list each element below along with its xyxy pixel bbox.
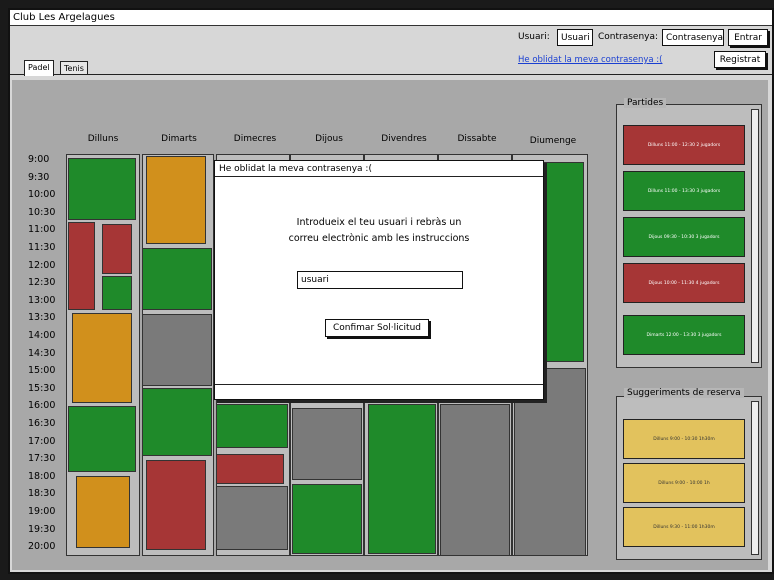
booking-block[interactable] (146, 460, 206, 550)
dialog-footer (215, 384, 543, 399)
day-header: Dimecres (233, 134, 277, 144)
suggeriments-panel: Dilluns 9:00 - 10:30 1h30m Dilluns 9:00 … (616, 396, 762, 560)
partida-item[interactable]: Dilluns 11:00 - 12:30 2 jugadors (623, 125, 745, 165)
time-label: 16:30 (28, 418, 56, 429)
booking-block[interactable] (292, 484, 362, 554)
time-label: 15:00 (28, 365, 56, 377)
day-header: Diumenge (529, 136, 577, 146)
time-label: 20:00 (28, 541, 56, 553)
time-label: 11:30 (28, 242, 56, 253)
booking-block[interactable] (440, 404, 510, 556)
time-label: 13:00 (28, 294, 56, 306)
booking-block[interactable] (216, 486, 288, 550)
partida-item[interactable]: Dijous 10:00 - 11:30 4 jugadors (623, 263, 745, 303)
partides-panel: Dilluns 11:00 - 12:30 2 jugadors Dilluns… (616, 104, 762, 368)
time-label: 18:30 (28, 488, 56, 500)
dialog-title: He oblidat la meva contrasenya :( (215, 161, 543, 177)
login-button[interactable]: Entrar (728, 29, 768, 46)
partida-item[interactable]: Dijous 09:30 - 10:30 3 jugadors (623, 217, 745, 257)
booking-block[interactable] (292, 408, 362, 480)
tab-divider (10, 74, 772, 75)
booking-block[interactable] (216, 404, 288, 448)
register-button[interactable]: Registrat (714, 51, 766, 68)
booking-block[interactable] (544, 162, 584, 362)
time-label: 13:30 (28, 312, 56, 324)
partida-item[interactable]: Dilluns 11:00 - 13:30 3 jugadors (623, 171, 745, 211)
time-label: 12:00 (28, 259, 56, 271)
confirm-request-button[interactable]: Confimar Sol·licitud (325, 319, 429, 337)
time-label: 17:00 (28, 435, 56, 447)
time-label: 18:00 (28, 470, 56, 482)
booking-block[interactable] (76, 476, 130, 548)
time-label: 15:30 (28, 382, 56, 394)
suggeriments-title: Suggeriments de reserva (624, 388, 744, 398)
booking-block[interactable] (142, 248, 212, 310)
booking-block[interactable] (68, 406, 136, 472)
booking-block[interactable] (68, 158, 136, 220)
day-header: Dissabte (457, 134, 497, 144)
booking-block[interactable] (142, 388, 212, 456)
username-input[interactable]: usuari (297, 271, 463, 289)
forgot-password-link[interactable]: He oblidat la meva contrasenya :( (518, 55, 662, 65)
time-label: 14:00 (28, 330, 56, 341)
time-label: 10:30 (28, 206, 56, 218)
time-label: 16:00 (28, 400, 56, 412)
password-input[interactable]: Contrasenya (662, 29, 724, 46)
booking-block[interactable] (216, 454, 284, 484)
user-label: Usuari: (518, 32, 550, 42)
dialog-line-1: Introdueix el teu usuari i rebràs un (296, 217, 462, 228)
booking-block[interactable] (142, 314, 212, 386)
time-label: 11:00 (28, 224, 56, 236)
partides-scrollbar[interactable] (751, 109, 759, 363)
day-header: Dilluns (87, 134, 119, 144)
time-label: 19:30 (28, 523, 56, 535)
time-label: 12:30 (28, 277, 56, 289)
time-label: 9:30 (28, 171, 50, 183)
time-label: 10:00 (28, 189, 56, 201)
forgot-password-dialog: He oblidat la meva contrasenya :( Introd… (214, 160, 544, 400)
booking-block[interactable] (102, 224, 132, 274)
suggestion-item[interactable]: Dilluns 9:30 - 11:00 1h30m (623, 507, 745, 547)
booking-block[interactable] (368, 404, 436, 554)
dialog-line-2: correu electrònic amb les instruccions (288, 233, 470, 244)
booking-block[interactable] (102, 276, 132, 310)
tab-padel[interactable]: Padel (24, 60, 54, 76)
dialog-message: Introdueix el teu usuari i rebràs un cor… (215, 215, 543, 247)
user-input[interactable]: Usuari (557, 29, 593, 46)
booking-block[interactable] (68, 222, 95, 310)
time-label: 17:30 (28, 453, 56, 465)
window-title: Club Les Argelagues (10, 10, 772, 26)
suggestion-item[interactable]: Dilluns 9:00 - 10:30 1h30m (623, 419, 745, 459)
partida-item[interactable]: Dimarts 12:00 - 13:30 3 jugadors (623, 315, 745, 355)
day-header: Dimarts (161, 134, 197, 144)
time-label: 14:30 (28, 347, 56, 359)
time-label: 9:00 (28, 154, 50, 165)
partides-title: Partides (624, 98, 667, 108)
suggeriments-scrollbar[interactable] (751, 401, 759, 555)
day-header: Dijous (315, 134, 343, 144)
suggestion-item[interactable]: Dilluns 9:00 - 10:00 1h (623, 463, 745, 503)
booking-block[interactable] (146, 156, 206, 244)
app-window: Club Les Argelagues Usuari: Usuari Contr… (8, 8, 774, 574)
tab-tenis[interactable]: Tenis (60, 61, 88, 75)
day-header: Divendres (381, 134, 427, 144)
booking-block[interactable] (72, 313, 132, 403)
time-label: 19:00 (28, 506, 56, 517)
password-label: Contrasenya: (598, 32, 659, 42)
